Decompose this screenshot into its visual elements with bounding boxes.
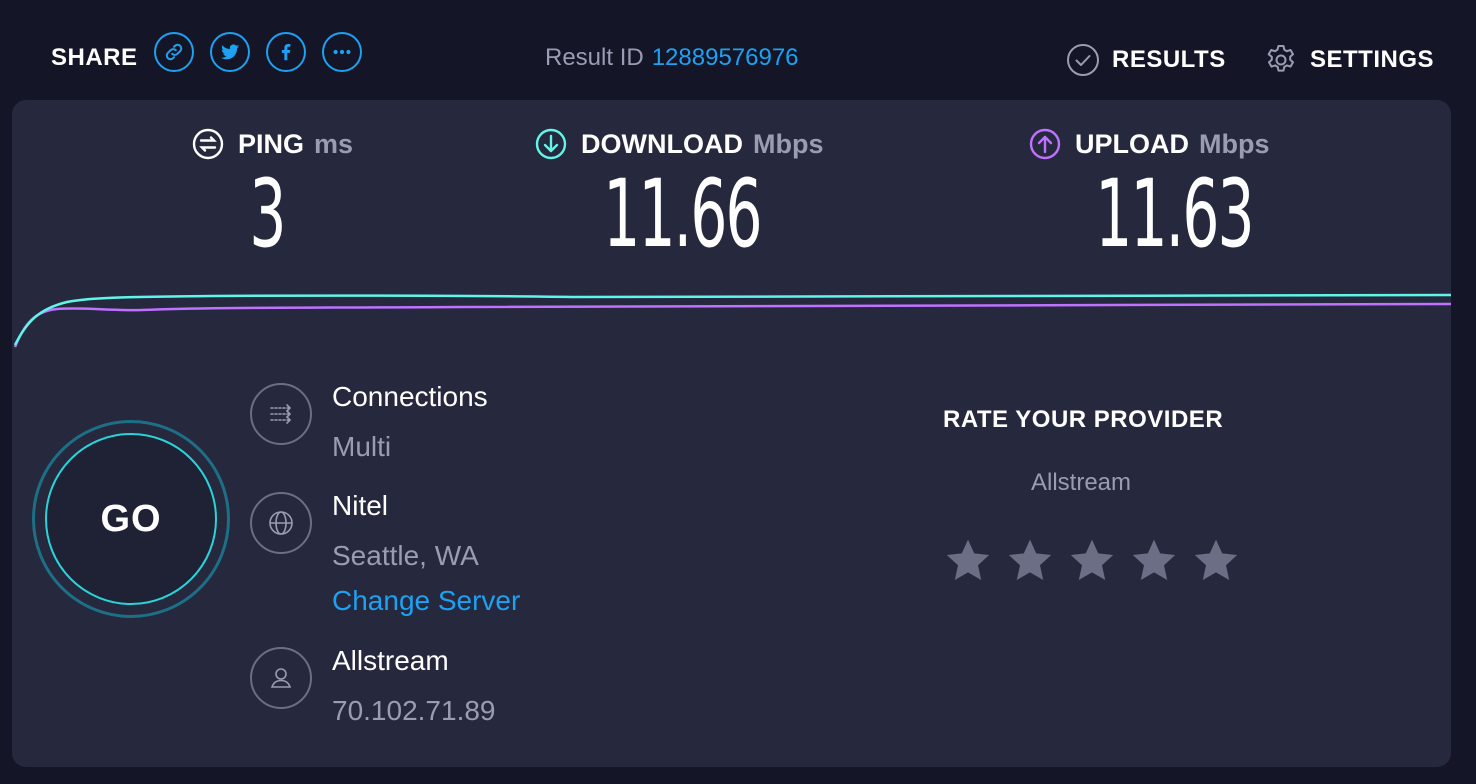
download-metric: DOWNLOAD Mbps 11.66 bbox=[535, 128, 865, 262]
twitter-icon bbox=[220, 44, 240, 60]
settings-button[interactable]: SETTINGS bbox=[1264, 42, 1434, 78]
speedtest-page: SHARE Result ID 12889576976 RESULTS SETT… bbox=[0, 0, 1476, 784]
star-icon bbox=[946, 539, 990, 580]
globe-icon bbox=[250, 492, 312, 554]
result-id-label: Result ID bbox=[545, 44, 644, 71]
speed-graph bbox=[13, 293, 1451, 348]
ping-value: 3 bbox=[249, 160, 286, 269]
gear-icon bbox=[1267, 45, 1294, 72]
star-4[interactable] bbox=[1130, 536, 1178, 584]
star-icon bbox=[1008, 539, 1052, 580]
ping-header: PING ms bbox=[192, 128, 372, 160]
rate-provider-name: Allstream bbox=[1031, 469, 1132, 496]
go-button[interactable]: GO bbox=[32, 420, 230, 618]
download-line bbox=[13, 293, 1451, 346]
results-panel: PING ms 3 DOWNLOAD Mbps 11.66 UPLOAD Mbp… bbox=[12, 100, 1451, 767]
user-icon bbox=[250, 647, 312, 709]
upload-header: UPLOAD Mbps bbox=[1029, 128, 1309, 160]
share-link-button[interactable] bbox=[154, 32, 194, 72]
facebook-icon bbox=[281, 44, 291, 61]
isp-ip: 70.102.71.89 bbox=[332, 695, 496, 726]
download-header: DOWNLOAD Mbps bbox=[535, 128, 865, 160]
ping-metric: PING ms 3 bbox=[192, 128, 372, 262]
rating-stars bbox=[944, 536, 1254, 584]
download-arrow-icon bbox=[535, 128, 567, 160]
upload-value: 11.63 bbox=[1095, 160, 1254, 269]
upload-line bbox=[13, 302, 1451, 348]
connections-title: Connections bbox=[332, 381, 488, 412]
results-button[interactable]: RESULTS bbox=[1066, 42, 1226, 78]
download-label: DOWNLOAD bbox=[581, 128, 743, 159]
go-label: GO bbox=[100, 497, 162, 540]
result-id: Result ID 12889576976 bbox=[545, 44, 799, 72]
upload-unit: Mbps bbox=[1199, 128, 1270, 159]
connections-value: Multi bbox=[332, 431, 392, 462]
link-icon bbox=[165, 43, 183, 61]
share-label: SHARE bbox=[51, 44, 138, 71]
star-icon bbox=[1132, 539, 1176, 580]
ping-icon bbox=[192, 128, 224, 160]
upload-label: UPLOAD bbox=[1075, 128, 1189, 159]
go-button-ring: GO bbox=[45, 433, 217, 605]
isp-name: Allstream bbox=[332, 645, 449, 676]
results-label: RESULTS bbox=[1112, 46, 1226, 73]
change-server-link[interactable]: Change Server bbox=[332, 585, 520, 617]
download-unit: Mbps bbox=[752, 128, 824, 159]
top-bar: SHARE Result ID 12889576976 RESULTS SETT… bbox=[0, 0, 1476, 100]
star-icon bbox=[1194, 539, 1238, 580]
check-circle-icon bbox=[1067, 44, 1099, 76]
star-3[interactable] bbox=[1068, 536, 1116, 584]
star-1[interactable] bbox=[944, 536, 992, 584]
server-location: Seattle, WA bbox=[332, 540, 479, 571]
upload-metric: UPLOAD Mbps 11.63 bbox=[1029, 128, 1309, 262]
result-id-value[interactable]: 12889576976 bbox=[652, 44, 799, 71]
star-2[interactable] bbox=[1006, 536, 1054, 584]
star-icon bbox=[1070, 539, 1114, 580]
download-value: 11.66 bbox=[603, 160, 762, 269]
connections-icon bbox=[250, 383, 312, 445]
ping-unit: ms bbox=[314, 128, 354, 159]
rate-provider-title: RATE YOUR PROVIDER bbox=[943, 406, 1224, 433]
server-name: Nitel bbox=[332, 490, 389, 521]
settings-label: SETTINGS bbox=[1310, 46, 1435, 73]
share-more-button[interactable] bbox=[322, 32, 362, 72]
star-5[interactable] bbox=[1192, 536, 1240, 584]
share-twitter-button[interactable] bbox=[210, 32, 250, 72]
more-icon bbox=[333, 49, 351, 55]
ping-label: PING bbox=[238, 128, 305, 159]
upload-arrow-icon bbox=[1029, 128, 1061, 160]
share-facebook-button[interactable] bbox=[266, 32, 306, 72]
